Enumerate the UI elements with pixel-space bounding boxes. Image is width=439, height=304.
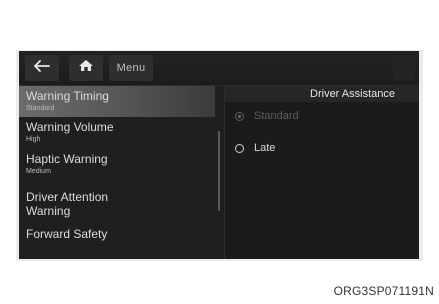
radio-option-label: Late: [254, 142, 276, 154]
sidebar-item-value: Standard: [26, 105, 55, 112]
sidebar-scrollbar[interactable]: [218, 131, 220, 211]
sidebar-item-forward-safety[interactable]: Forward Safety: [19, 227, 215, 247]
radio-selected-icon: [235, 111, 244, 121]
menu-button[interactable]: Menu: [109, 55, 153, 81]
sidebar-item-label: Driver Attention Warning: [26, 190, 109, 218]
topbar-right-panel: [393, 55, 415, 81]
sidebar-item-value: High: [26, 136, 41, 143]
radio-option-label: Standard: [254, 110, 299, 122]
sidebar-item-label: Warning Volume: [26, 120, 114, 134]
top-bar: Menu: [19, 51, 419, 86]
home-icon: [78, 59, 94, 77]
sidebar-item-warning-timing[interactable]: Warning Timing Standard: [19, 86, 215, 117]
page: Menu Warning Timing Standard Warning Vol…: [0, 0, 439, 304]
radio-unselected-icon: [235, 143, 244, 153]
sidebar-item-haptic-warning[interactable]: Haptic Warning Medium: [19, 152, 215, 180]
figure-code: ORG3SP071191N: [333, 284, 434, 298]
panel-title: Driver Assistance: [225, 86, 419, 102]
radio-option-late[interactable]: Late: [235, 142, 275, 154]
sidebar-item-warning-volume[interactable]: Warning Volume High: [19, 120, 215, 148]
radio-option-standard[interactable]: Standard: [235, 110, 299, 122]
home-button[interactable]: [69, 55, 103, 81]
sidebar-item-value: Medium: [26, 168, 51, 175]
sidebar-item-label: Forward Safety: [26, 227, 108, 241]
back-button[interactable]: [25, 55, 59, 81]
sidebar-item-label: Haptic Warning: [26, 152, 108, 166]
sidebar-item-label: Warning Timing: [26, 89, 109, 103]
content-panel: Driver Assistance Standard Late: [225, 86, 419, 259]
settings-sidebar: Warning Timing Standard Warning Volume H…: [19, 86, 225, 259]
infotainment-screen: Menu Warning Timing Standard Warning Vol…: [19, 51, 419, 259]
back-arrow-icon: [34, 59, 50, 77]
sidebar-item-driver-attention-warning[interactable]: Driver Attention Warning: [19, 190, 215, 220]
